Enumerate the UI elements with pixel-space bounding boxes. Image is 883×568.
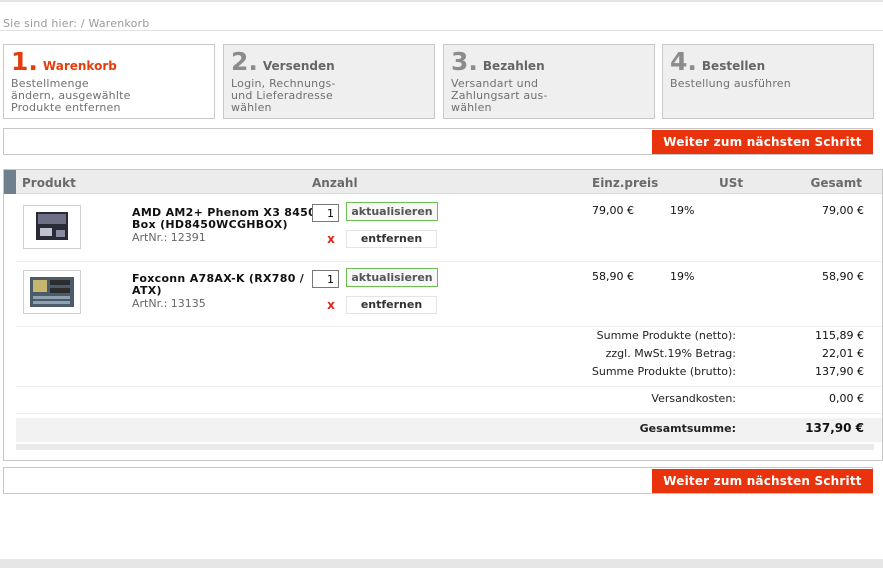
sum-tax-label: zzgl. MwSt.19% Betrag: bbox=[605, 347, 736, 360]
row-divider bbox=[16, 326, 882, 327]
product-artnr: ArtNr.: 13135 bbox=[132, 297, 206, 310]
product-artnr: ArtNr.: 12391 bbox=[132, 231, 206, 244]
sum-netto-label: Summe Produkte (netto): bbox=[596, 329, 736, 342]
step-number: 3 bbox=[451, 47, 469, 76]
step-number: 4 bbox=[670, 47, 688, 76]
cart-table: Produkt Anzahl Einz.preis USt Gesamt AMD… bbox=[3, 169, 883, 461]
step-description: Versandart und Zahlungsart aus- wählen bbox=[451, 77, 548, 114]
next-step-button-bottom[interactable]: Weiter zum nächsten Schritt bbox=[652, 469, 873, 493]
product-name[interactable]: AMD AM2+ Phenom X3 8450 Box (HD8450WCGHB… bbox=[132, 207, 316, 231]
sum-brutto-value: 137,90 € bbox=[815, 365, 864, 378]
step-versenden: 2. Versenden Login, Rechnungs- und Liefe… bbox=[223, 44, 435, 119]
shipping-value: 0,00 € bbox=[829, 392, 864, 405]
quantity-input[interactable] bbox=[312, 270, 339, 288]
product-name[interactable]: Foxconn A78AX-K (RX780 / ATX) bbox=[132, 273, 304, 297]
footer-band bbox=[0, 559, 883, 568]
grand-total-value: 137,90 € bbox=[805, 421, 864, 435]
tax-rate: 19% bbox=[670, 204, 695, 217]
unit-price: 79,00 € bbox=[592, 204, 634, 217]
remove-button[interactable]: entfernen bbox=[346, 296, 437, 314]
line-total: 79,00 € bbox=[822, 204, 864, 217]
step-description: Login, Rechnungs- und Lieferadresse wähl… bbox=[231, 77, 336, 114]
remove-x-icon[interactable]: x bbox=[322, 230, 340, 248]
sum-brutto-label: Summe Produkte (brutto): bbox=[591, 365, 736, 378]
grand-total-label: Gesamtsumme: bbox=[639, 422, 736, 435]
product-thumbnail[interactable] bbox=[23, 270, 81, 314]
unit-price: 58,90 € bbox=[592, 270, 634, 283]
row-divider bbox=[16, 413, 882, 414]
table-bottom-band bbox=[16, 444, 874, 450]
step-number: 2 bbox=[231, 47, 249, 76]
top-rule bbox=[0, 0, 883, 2]
update-button[interactable]: aktualisieren bbox=[346, 268, 438, 287]
col-gesamt: Gesamt bbox=[810, 176, 862, 190]
next-step-button-top[interactable]: Weiter zum nächsten Schritt bbox=[652, 130, 873, 154]
step-title: Bezahlen bbox=[482, 59, 545, 73]
tax-rate: 19% bbox=[670, 270, 695, 283]
next-step-bar-top: Weiter zum nächsten Schritt bbox=[3, 128, 873, 155]
step-bezahlen: 3. Bezahlen Versandart und Zahlungsart a… bbox=[443, 44, 655, 119]
col-anzahl: Anzahl bbox=[312, 176, 358, 190]
step-number: 1 bbox=[11, 47, 29, 76]
step-description: Bestellung ausführen bbox=[670, 77, 791, 90]
step-warenkorb: 1. Warenkorb Bestellmenge ändern, ausgew… bbox=[3, 44, 215, 119]
header-accent bbox=[4, 170, 16, 194]
step-title: Versenden bbox=[262, 59, 335, 73]
product-thumbnail[interactable] bbox=[23, 205, 81, 249]
shipping-label: Versandkosten: bbox=[651, 392, 736, 405]
step-description: Bestellmenge ändern, ausgewählte Produkt… bbox=[11, 77, 131, 114]
breadcrumb: Sie sind hier: / Warenkorb bbox=[3, 17, 150, 30]
update-button[interactable]: aktualisieren bbox=[346, 202, 438, 221]
quantity-input[interactable] bbox=[312, 204, 339, 222]
line-total: 58,90 € bbox=[822, 270, 864, 283]
cart-header: Produkt Anzahl Einz.preis USt Gesamt bbox=[4, 170, 882, 194]
row-divider bbox=[16, 261, 882, 262]
sum-netto-value: 115,89 € bbox=[815, 329, 864, 342]
remove-x-icon[interactable]: x bbox=[322, 296, 340, 314]
row-divider bbox=[16, 386, 882, 387]
step-bestellen: 4. Bestellen Bestellung ausführen bbox=[662, 44, 874, 119]
col-produkt: Produkt bbox=[22, 176, 76, 190]
remove-button[interactable]: entfernen bbox=[346, 230, 437, 248]
col-einzpreis: Einz.preis bbox=[592, 176, 659, 190]
step-title: Bestellen bbox=[701, 59, 766, 73]
next-step-bar-bottom: Weiter zum nächsten Schritt bbox=[3, 467, 873, 494]
step-title: Warenkorb bbox=[42, 59, 117, 73]
col-ust: USt bbox=[719, 176, 744, 190]
breadcrumb-divider bbox=[0, 30, 883, 31]
sum-tax-value: 22,01 € bbox=[822, 347, 864, 360]
